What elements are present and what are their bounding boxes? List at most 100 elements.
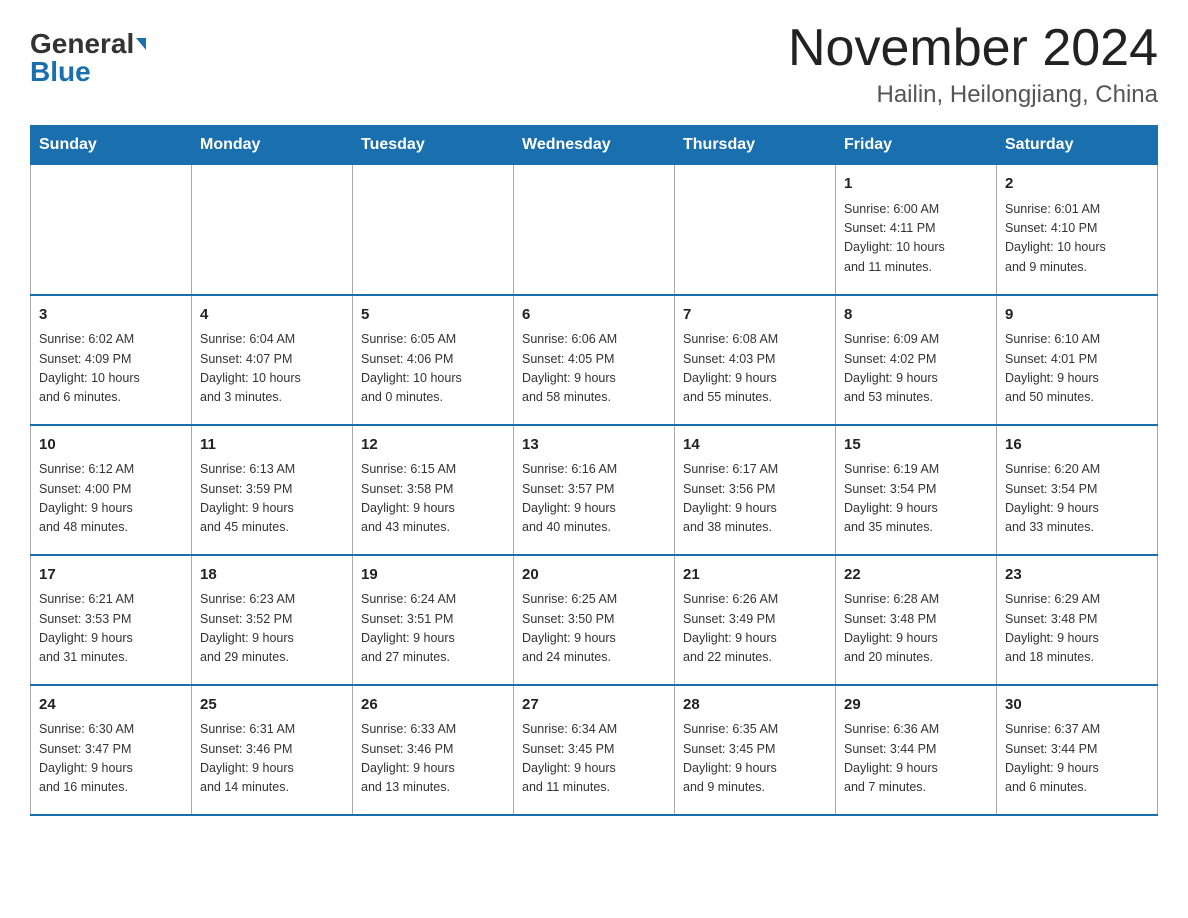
day-info: Sunrise: 6:36 AM Sunset: 3:44 PM Dayligh… bbox=[844, 720, 988, 798]
day-number: 30 bbox=[1005, 694, 1149, 717]
day-cell bbox=[675, 165, 836, 295]
day-info: Sunrise: 6:10 AM Sunset: 4:01 PM Dayligh… bbox=[1005, 330, 1149, 408]
day-cell bbox=[353, 165, 514, 295]
day-number: 25 bbox=[200, 694, 344, 717]
day-number: 4 bbox=[200, 304, 344, 327]
day-number: 2 bbox=[1005, 173, 1149, 196]
day-info: Sunrise: 6:01 AM Sunset: 4:10 PM Dayligh… bbox=[1005, 200, 1149, 278]
day-number: 16 bbox=[1005, 434, 1149, 457]
day-info: Sunrise: 6:31 AM Sunset: 3:46 PM Dayligh… bbox=[200, 720, 344, 798]
day-cell: 12 Sunrise: 6:15 AM Sunset: 3:58 PM Dayli… bbox=[353, 425, 514, 555]
day-number: 8 bbox=[844, 304, 988, 327]
day-number: 12 bbox=[361, 434, 505, 457]
day-cell: 22 Sunrise: 6:28 AM Sunset: 3:48 PM Dayli… bbox=[836, 555, 997, 685]
day-cell: 2 Sunrise: 6:01 AM Sunset: 4:10 PM Daylig… bbox=[997, 165, 1158, 295]
day-number: 18 bbox=[200, 564, 344, 587]
day-number: 5 bbox=[361, 304, 505, 327]
calendar-header: Sunday Monday Tuesday Wednesday Thursday… bbox=[31, 126, 1158, 165]
day-cell: 4 Sunrise: 6:04 AM Sunset: 4:07 PM Daylig… bbox=[192, 295, 353, 425]
day-info: Sunrise: 6:28 AM Sunset: 3:48 PM Dayligh… bbox=[844, 590, 988, 668]
day-info: Sunrise: 6:02 AM Sunset: 4:09 PM Dayligh… bbox=[39, 330, 183, 408]
day-info: Sunrise: 6:15 AM Sunset: 3:58 PM Dayligh… bbox=[361, 460, 505, 538]
day-cell: 10Sunrise: 6:12 AM Sunset: 4:00 PM Dayli… bbox=[31, 425, 192, 555]
day-info: Sunrise: 6:24 AM Sunset: 3:51 PM Dayligh… bbox=[361, 590, 505, 668]
day-number: 27 bbox=[522, 694, 666, 717]
header: General Blue November 2024 Hailin, Heilo… bbox=[30, 20, 1158, 109]
day-cell: 19 Sunrise: 6:24 AM Sunset: 3:51 PM Dayli… bbox=[353, 555, 514, 685]
col-saturday: Saturday bbox=[997, 126, 1158, 165]
day-number: 7 bbox=[683, 304, 827, 327]
day-cell: 15Sunrise: 6:19 AM Sunset: 3:54 PM Dayli… bbox=[836, 425, 997, 555]
week-row-4: 17 Sunrise: 6:21 AM Sunset: 3:53 PM Dayli… bbox=[31, 555, 1158, 685]
day-cell: 24 Sunrise: 6:30 AM Sunset: 3:47 PM Dayli… bbox=[31, 685, 192, 815]
day-info: Sunrise: 6:20 AM Sunset: 3:54 PM Dayligh… bbox=[1005, 460, 1149, 538]
logo-triangle-icon bbox=[136, 38, 146, 50]
day-info: Sunrise: 6:16 AM Sunset: 3:57 PM Dayligh… bbox=[522, 460, 666, 538]
day-number: 14 bbox=[683, 434, 827, 457]
col-thursday: Thursday bbox=[675, 126, 836, 165]
week-row-2: 3 Sunrise: 6:02 AM Sunset: 4:09 PM Daylig… bbox=[31, 295, 1158, 425]
day-number: 1 bbox=[844, 173, 988, 196]
day-number: 26 bbox=[361, 694, 505, 717]
day-cell: 9Sunrise: 6:10 AM Sunset: 4:01 PM Daylig… bbox=[997, 295, 1158, 425]
day-cell: 11Sunrise: 6:13 AM Sunset: 3:59 PM Dayli… bbox=[192, 425, 353, 555]
logo-text-blue: Blue bbox=[30, 56, 91, 88]
day-number: 6 bbox=[522, 304, 666, 327]
day-number: 17 bbox=[39, 564, 183, 587]
day-info: Sunrise: 6:33 AM Sunset: 3:46 PM Dayligh… bbox=[361, 720, 505, 798]
calendar-body: 1 Sunrise: 6:00 AM Sunset: 4:11 PM Daylig… bbox=[31, 165, 1158, 815]
day-cell: 27Sunrise: 6:34 AM Sunset: 3:45 PM Dayli… bbox=[514, 685, 675, 815]
day-number: 22 bbox=[844, 564, 988, 587]
week-row-1: 1 Sunrise: 6:00 AM Sunset: 4:11 PM Daylig… bbox=[31, 165, 1158, 295]
day-cell: 20 Sunrise: 6:25 AM Sunset: 3:50 PM Dayli… bbox=[514, 555, 675, 685]
day-number: 20 bbox=[522, 564, 666, 587]
col-friday: Friday bbox=[836, 126, 997, 165]
day-cell: 26 Sunrise: 6:33 AM Sunset: 3:46 PM Dayli… bbox=[353, 685, 514, 815]
day-info: Sunrise: 6:29 AM Sunset: 3:48 PM Dayligh… bbox=[1005, 590, 1149, 668]
day-cell: 18Sunrise: 6:23 AM Sunset: 3:52 PM Dayli… bbox=[192, 555, 353, 685]
day-info: Sunrise: 6:21 AM Sunset: 3:53 PM Dayligh… bbox=[39, 590, 183, 668]
day-cell bbox=[31, 165, 192, 295]
day-number: 23 bbox=[1005, 564, 1149, 587]
col-monday: Monday bbox=[192, 126, 353, 165]
location-title: Hailin, Heilongjiang, China bbox=[788, 81, 1158, 109]
day-number: 13 bbox=[522, 434, 666, 457]
day-info: Sunrise: 6:08 AM Sunset: 4:03 PM Dayligh… bbox=[683, 330, 827, 408]
day-number: 24 bbox=[39, 694, 183, 717]
header-row: Sunday Monday Tuesday Wednesday Thursday… bbox=[31, 126, 1158, 165]
day-number: 28 bbox=[683, 694, 827, 717]
day-cell: 5 Sunrise: 6:05 AM Sunset: 4:06 PM Daylig… bbox=[353, 295, 514, 425]
day-cell: 3 Sunrise: 6:02 AM Sunset: 4:09 PM Daylig… bbox=[31, 295, 192, 425]
day-cell: 23 Sunrise: 6:29 AM Sunset: 3:48 PM Dayli… bbox=[997, 555, 1158, 685]
title-area: November 2024 Hailin, Heilongjiang, Chin… bbox=[788, 20, 1158, 109]
day-number: 15 bbox=[844, 434, 988, 457]
day-info: Sunrise: 6:06 AM Sunset: 4:05 PM Dayligh… bbox=[522, 330, 666, 408]
day-cell: 21 Sunrise: 6:26 AM Sunset: 3:49 PM Dayli… bbox=[675, 555, 836, 685]
day-info: Sunrise: 6:37 AM Sunset: 3:44 PM Dayligh… bbox=[1005, 720, 1149, 798]
day-cell: 14 Sunrise: 6:17 AM Sunset: 3:56 PM Dayli… bbox=[675, 425, 836, 555]
day-number: 21 bbox=[683, 564, 827, 587]
day-cell: 16 Sunrise: 6:20 AM Sunset: 3:54 PM Dayli… bbox=[997, 425, 1158, 555]
day-cell: 17 Sunrise: 6:21 AM Sunset: 3:53 PM Dayli… bbox=[31, 555, 192, 685]
logo-text-general: General bbox=[30, 30, 134, 58]
col-sunday: Sunday bbox=[31, 126, 192, 165]
col-wednesday: Wednesday bbox=[514, 126, 675, 165]
day-info: Sunrise: 6:05 AM Sunset: 4:06 PM Dayligh… bbox=[361, 330, 505, 408]
day-cell bbox=[514, 165, 675, 295]
week-row-5: 24 Sunrise: 6:30 AM Sunset: 3:47 PM Dayli… bbox=[31, 685, 1158, 815]
day-cell: 30 Sunrise: 6:37 AM Sunset: 3:44 PM Dayli… bbox=[997, 685, 1158, 815]
day-number: 3 bbox=[39, 304, 183, 327]
day-info: Sunrise: 6:00 AM Sunset: 4:11 PM Dayligh… bbox=[844, 200, 988, 278]
day-info: Sunrise: 6:04 AM Sunset: 4:07 PM Dayligh… bbox=[200, 330, 344, 408]
day-info: Sunrise: 6:09 AM Sunset: 4:02 PM Dayligh… bbox=[844, 330, 988, 408]
week-row-3: 10Sunrise: 6:12 AM Sunset: 4:00 PM Dayli… bbox=[31, 425, 1158, 555]
calendar-table: Sunday Monday Tuesday Wednesday Thursday… bbox=[30, 125, 1158, 816]
day-cell: 6 Sunrise: 6:06 AM Sunset: 4:05 PM Daylig… bbox=[514, 295, 675, 425]
day-info: Sunrise: 6:17 AM Sunset: 3:56 PM Dayligh… bbox=[683, 460, 827, 538]
day-info: Sunrise: 6:30 AM Sunset: 3:47 PM Dayligh… bbox=[39, 720, 183, 798]
day-cell: 13 Sunrise: 6:16 AM Sunset: 3:57 PM Dayli… bbox=[514, 425, 675, 555]
day-info: Sunrise: 6:25 AM Sunset: 3:50 PM Dayligh… bbox=[522, 590, 666, 668]
day-info: Sunrise: 6:26 AM Sunset: 3:49 PM Dayligh… bbox=[683, 590, 827, 668]
day-number: 19 bbox=[361, 564, 505, 587]
day-cell bbox=[192, 165, 353, 295]
